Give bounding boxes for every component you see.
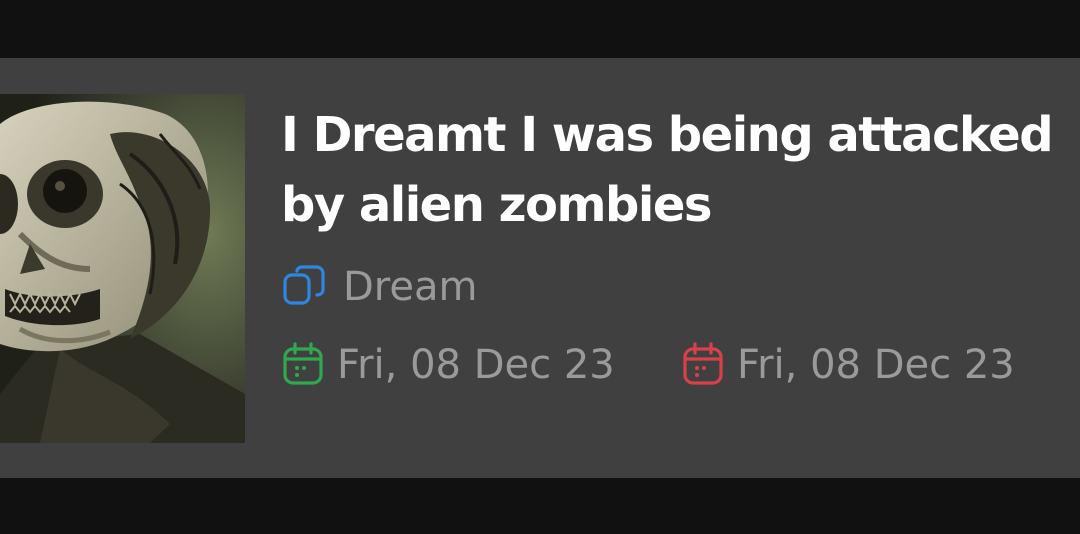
entry-title: I Dreamt I was being attacked by alien z…	[281, 107, 1054, 233]
entry-category: Dream	[281, 262, 477, 312]
entry-thumbnail-image	[0, 94, 245, 443]
calendar-icon	[281, 342, 327, 388]
screen: I Dreamt I was being attacked by alien z…	[0, 0, 1080, 534]
category-label: Dream	[343, 264, 478, 310]
start-date-label: Fri, 08 Dec 23	[337, 342, 615, 388]
end-date: Fri, 08 Dec 23	[681, 340, 1015, 390]
start-date: Fri, 08 Dec 23	[281, 340, 615, 390]
end-date-label: Fri, 08 Dec 23	[737, 342, 1015, 388]
dream-entry-card[interactable]: I Dreamt I was being attacked by alien z…	[0, 58, 1080, 478]
calendar-icon	[681, 342, 727, 388]
copy-icon	[281, 264, 327, 310]
